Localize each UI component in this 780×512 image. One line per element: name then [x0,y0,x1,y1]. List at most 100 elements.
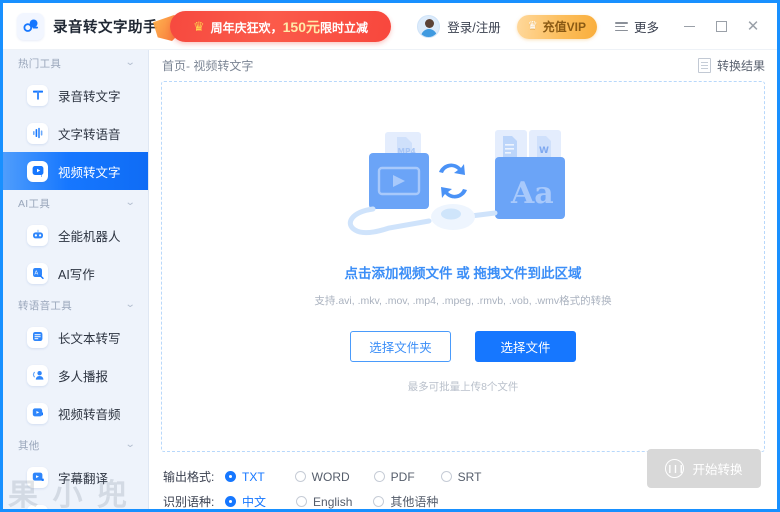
maximize-icon [715,21,727,32]
chevron-down-icon: ⌄ [125,439,137,450]
sidebar-group-speech-tools[interactable]: 转语音工具 ⌄ [3,292,148,318]
promo-suffix: 限时立减 [320,20,369,35]
promo-prefix: 周年庆狂欢， [210,20,283,35]
choose-folder-button[interactable]: 选择文件夹 [350,331,451,362]
radio-label: PDF [390,469,415,484]
radio-label: English [313,494,353,509]
sidebar: 热门工具 ⌄ 录音转文字 文字转语音 T 视频转文字 AI工具 ⌄ 全能机器人 … [3,50,149,510]
radio-label: 其他语种 [390,495,439,509]
radio-indicator [225,496,236,507]
sidebar-group-label: 转语音工具 [18,299,72,312]
subtitle-translate-icon [27,466,48,488]
sidebar-item-video-to-text[interactable]: T 视频转文字 [3,152,148,190]
dropzone-title: 点击添加视频文件 或 拖拽文件到此区域 [344,266,582,281]
chevron-down-icon: ⌄ [125,197,137,208]
radio-label: WORD [311,469,350,484]
sidebar-item-label: 长文本转写 [58,331,121,346]
sidebar-item-label: 全能机器人 [58,229,121,244]
radio-language-chinese[interactable]: 中文 [225,493,266,509]
chevron-down-icon: ⌄ [125,299,137,310]
text-t-icon [27,84,48,106]
video-to-text-illustration: MP4 W Aa [333,124,593,254]
main-content: 首页- 视频转文字 转换结果 MP4 W Aa 点击添加视频文件 或 拖拽文件到… [149,50,777,510]
robot-icon [27,224,48,246]
promo-text: 周年庆狂欢，150元限时立减 [211,17,368,37]
more-menu-button[interactable]: 更多 [614,17,659,36]
sidebar-group-label: 热门工具 [18,57,62,70]
radio-language-english[interactable]: English [296,495,352,509]
maximize-button[interactable] [705,12,737,42]
sidebar-item-robot[interactable]: 全能机器人 [3,216,148,254]
conversion-result-button[interactable]: 转换结果 [697,57,765,74]
sidebar-item-multi-speaker[interactable]: 多人播报 [3,356,148,394]
user-avatar-icon [417,15,441,38]
sidebar-group-ai-tools[interactable]: AI工具 ⌄ [3,190,148,216]
breadcrumb-row: 首页- 视频转文字 转换结果 [149,50,777,81]
output-format-row: 输出格式: TXT WORD PDF SRT [163,464,633,489]
radio-label: SRT [457,469,482,484]
sidebar-item-long-text[interactable]: 长文本转写 [3,318,148,356]
sidebar-item-subtitle-translate[interactable]: 字幕翻译 [3,458,148,496]
sidebar-item-audio-to-text[interactable]: 录音转文字 [3,76,148,114]
radio-language-other[interactable]: 其他语种 [373,493,439,509]
sidebar-item-label: 多人播报 [58,369,109,384]
sidebar-item-label: 字幕翻译 [58,471,109,486]
close-icon: ✕ [746,18,760,35]
svg-text:W: W [539,146,549,156]
document-icon [697,58,711,73]
sidebar-item-text-translate[interactable]: A 文字翻译 [3,496,148,510]
radio-format-txt[interactable]: TXT [225,470,265,484]
conversion-result-label: 转换结果 [716,59,765,73]
app-logo: 录音转文字助手 [17,12,158,40]
waveform-icon [27,122,48,144]
video-play-icon: T [27,160,48,182]
recharge-vip-label: 充值VIP [542,20,586,34]
sidebar-group-others[interactable]: 其他 ⌄ [3,432,148,458]
sidebar-group-hot-tools[interactable]: 热门工具 ⌄ [3,50,148,76]
app-window: 录音转文字助手 ♛ 周年庆狂欢，150元限时立减 登录/注册 ♛ 充值VIP 更… [0,0,780,512]
video-audio-icon [27,402,48,424]
dropzone-hint: 最多可批量上传8个文件 [407,381,519,393]
radio-indicator [296,496,308,507]
dropzone-formats: 支持.avi, .mkv, .mov, .mp4, .mpeg, .rmvb, … [314,295,612,307]
radio-format-word[interactable]: WORD [294,469,350,484]
radio-indicator [373,471,385,482]
crown-icon: ♛ [527,20,538,32]
multi-speaker-icon [27,364,48,386]
choose-file-button[interactable]: 选择文件 [475,331,576,362]
radio-format-srt[interactable]: SRT [440,469,482,484]
minimize-button[interactable] [673,12,705,42]
recharge-vip-button[interactable]: ♛ 充值VIP [516,14,597,39]
sidebar-item-label: AI写作 [58,267,95,282]
login-register-button[interactable]: 登录/注册 [417,15,501,38]
sidebar-item-label: 文字转语音 [58,127,121,142]
title-bar: 录音转文字助手 ♛ 周年庆狂欢，150元限时立减 登录/注册 ♛ 充值VIP 更… [3,3,777,50]
language-row: 识别语种: 中文 English 其他语种 [163,489,633,510]
more-label: 更多 [633,21,659,35]
breadcrumb: 首页- 视频转文字 [162,59,254,73]
start-conversion-button[interactable]: ❙❙❙ 开始转换 [647,449,761,488]
chevron-down-icon: ⌄ [125,57,137,68]
hamburger-menu-icon [614,22,628,31]
sidebar-item-label: 视频转文字 [58,165,121,180]
radio-label: TXT [242,469,265,484]
language-label: 识别语种: [163,495,215,509]
convert-circle-icon: ❙❙❙ [665,459,685,478]
svg-text:Aa: Aa [510,176,554,211]
dropzone-buttons: 选择文件夹 选择文件 [350,331,576,362]
close-button[interactable]: ✕ [737,12,769,42]
file-dropzone[interactable]: MP4 W Aa 点击添加视频文件 或 拖拽文件到此区域 支持.avi, .mk… [161,81,765,452]
start-conversion-label: 开始转换 [692,463,743,477]
promo-pill[interactable]: ♛ 周年庆狂欢，150元限时立减 [170,11,391,42]
minimize-icon [683,25,695,28]
sidebar-item-text-to-speech[interactable]: 文字转语音 [3,114,148,152]
sidebar-group-label: 其他 [18,439,40,452]
radio-indicator [225,471,236,482]
sidebar-item-label: 文字翻译 [58,506,108,510]
radio-format-pdf[interactable]: PDF [373,469,415,484]
window-controls: ✕ [673,12,769,42]
sidebar-item-video-to-audio[interactable]: 视频转音频 [3,394,148,432]
promo-banner[interactable]: ♛ 周年庆狂欢，150元限时立减 [153,11,391,42]
radio-indicator [440,471,452,482]
sidebar-item-ai-writing[interactable]: A AI写作 [3,254,148,292]
